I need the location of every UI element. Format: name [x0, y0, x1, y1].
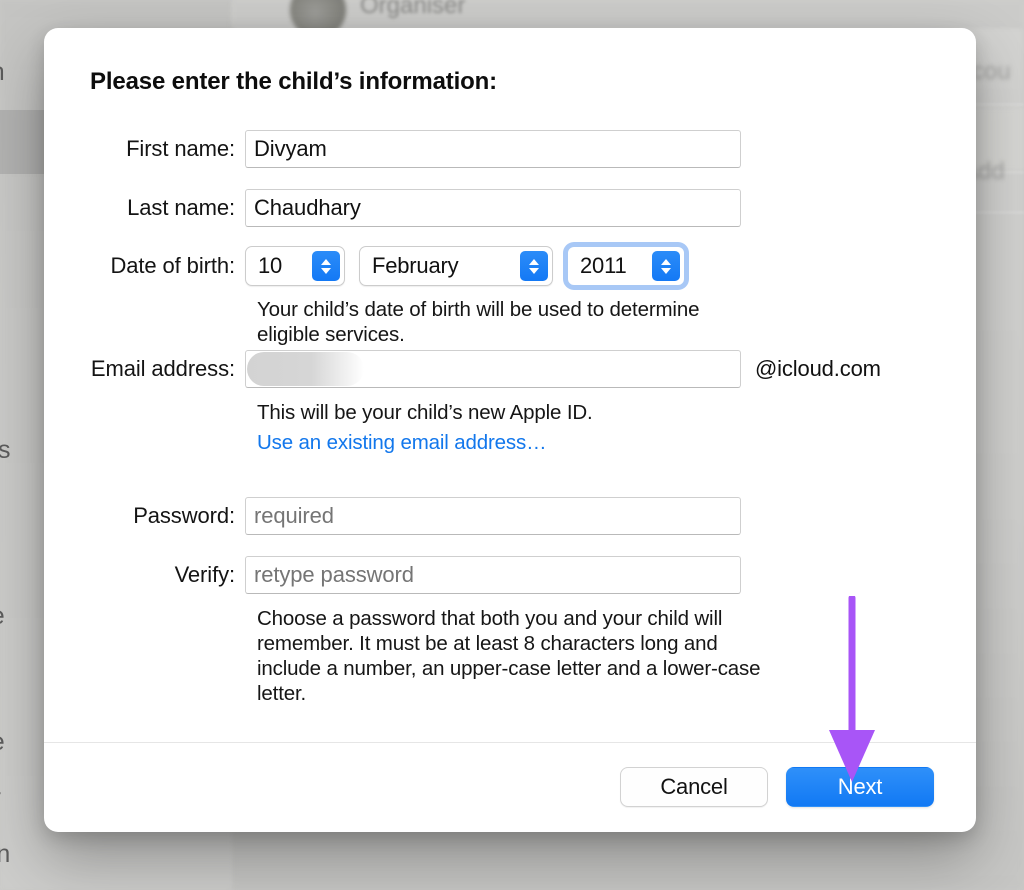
date-of-birth-label: Date of birth:	[110, 253, 235, 278]
dob-day-value: 10	[258, 253, 283, 278]
verify-password-input[interactable]	[245, 556, 741, 594]
dialog-footer: Cancel Next	[44, 742, 976, 832]
use-existing-email-link[interactable]: Use an existing email address…	[257, 431, 547, 455]
email-helper-text: This will be your child’s new Apple ID.	[257, 401, 593, 424]
last-name-input[interactable]	[245, 189, 741, 227]
background-sidebar-item: Cen	[0, 840, 11, 868]
first-name-input[interactable]	[245, 130, 741, 168]
date-of-birth-steppers: 10 February 2011	[245, 246, 685, 286]
verify-password-row: Verify:	[44, 556, 976, 594]
dob-day-stepper[interactable]: 10	[245, 246, 345, 286]
dob-month-stepper[interactable]: February	[359, 246, 553, 286]
last-name-row: Last name:	[44, 189, 976, 227]
password-helper-text: Choose a password that both you and your…	[257, 607, 761, 705]
stepper-up-down-icon[interactable]	[312, 251, 340, 281]
password-label: Password:	[133, 503, 235, 528]
background-topbar	[232, 0, 1024, 27]
password-input[interactable]	[245, 497, 741, 535]
cancel-button[interactable]: Cancel	[620, 767, 768, 807]
verify-password-label: Verify:	[174, 562, 236, 587]
email-input-wrapper	[245, 350, 741, 388]
email-address-row: Email address: @icloud.com	[44, 350, 976, 388]
child-account-dialog: Please enter the child’s information: Fi…	[44, 28, 976, 832]
stepper-up-down-icon[interactable]	[520, 251, 548, 281]
next-button[interactable]: Next	[786, 767, 934, 807]
password-row: Password:	[44, 497, 976, 535]
dob-month-value: February	[372, 253, 459, 278]
first-name-label: First name:	[126, 136, 235, 161]
dialog-title: Please enter the child’s information:	[90, 68, 497, 95]
email-address-label: Email address:	[90, 356, 235, 381]
email-domain-suffix: @icloud.com	[755, 356, 881, 381]
redaction-blob	[247, 352, 364, 386]
last-name-label: Last name:	[127, 195, 235, 220]
account-role-label: Organiser	[360, 0, 466, 19]
date-of-birth-row: Date of birth: 10 February 2011	[44, 246, 976, 286]
date-of-birth-helper-text: Your child’s date of birth will be used …	[257, 298, 700, 346]
dob-year-stepper[interactable]: 2011	[567, 246, 685, 286]
first-name-row: First name:	[44, 130, 976, 168]
stepper-up-down-icon[interactable]	[652, 251, 680, 281]
dob-year-value: 2011	[580, 253, 627, 278]
